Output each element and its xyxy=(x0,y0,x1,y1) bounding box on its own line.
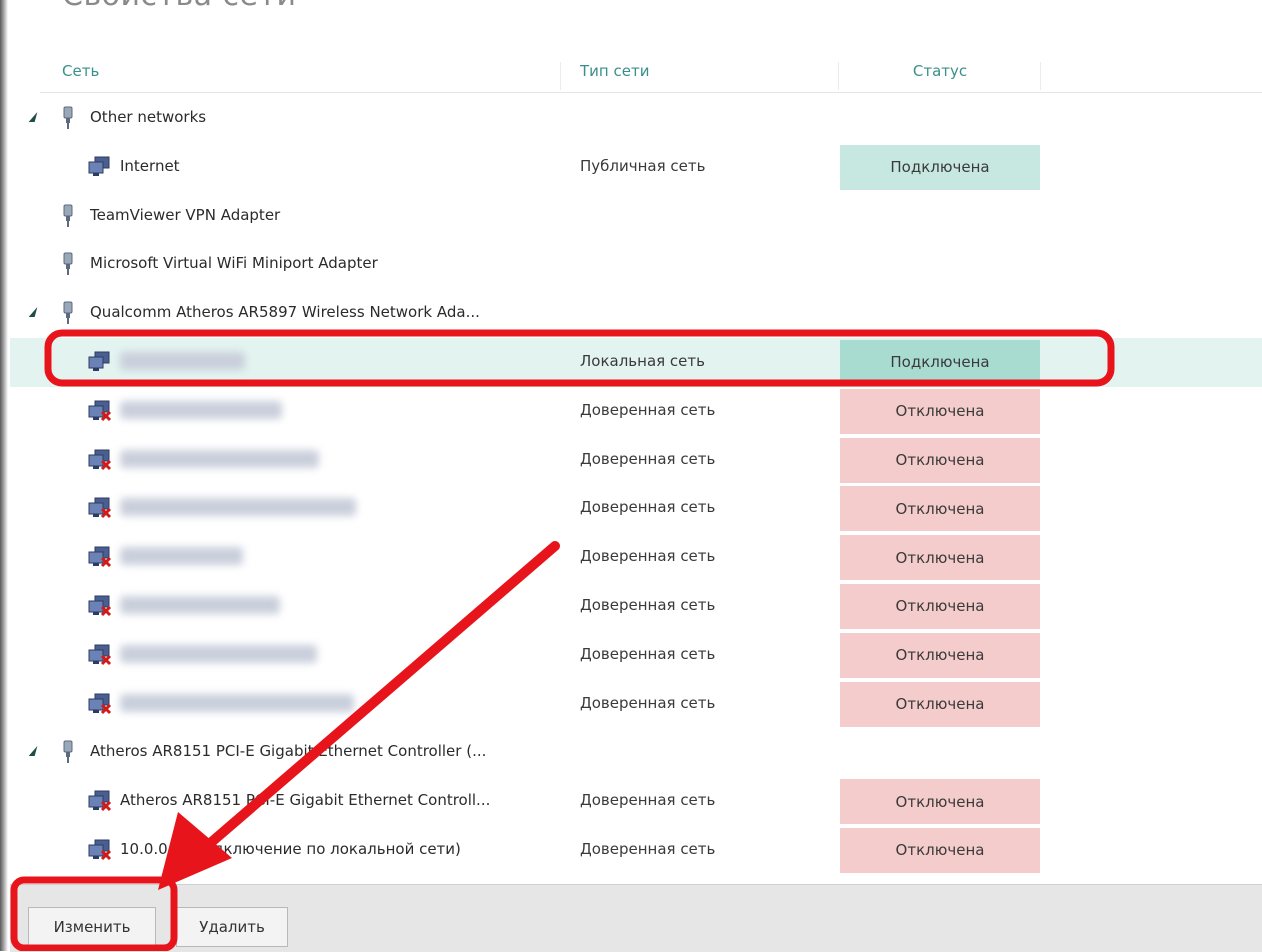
redacted-network-name xyxy=(120,693,354,712)
network-row[interactable]: Доверенная сеть Отключена xyxy=(10,533,1262,582)
network-disconnected-icon xyxy=(88,497,112,519)
redacted-network-name xyxy=(120,595,280,614)
column-header-type[interactable]: Тип сети xyxy=(580,62,649,80)
column-header-status[interactable]: Статус xyxy=(840,62,1040,80)
adapter-row[interactable]: Atheros AR8151 PCI-E Gigabit Ethernet Co… xyxy=(10,728,1262,777)
adapter-row[interactable]: Other networks xyxy=(10,94,1262,143)
network-row[interactable]: Доверенная сеть Отключена xyxy=(10,484,1262,533)
status-badge: Отключена xyxy=(840,827,1040,873)
status-badge: Отключена xyxy=(840,632,1040,678)
network-disconnected-icon xyxy=(88,546,112,568)
column-divider[interactable] xyxy=(1040,62,1041,90)
redacted-network-name xyxy=(120,449,319,468)
network-disconnected-icon xyxy=(88,595,112,617)
status-badge: Отключена xyxy=(840,583,1040,629)
network-disconnected-icon xyxy=(88,449,112,471)
adapter-label: TeamViewer VPN Adapter xyxy=(90,205,281,224)
network-row[interactable]: Доверенная сеть Отключена xyxy=(10,387,1262,436)
network-row[interactable]: Локальная сеть Подключена xyxy=(10,337,1262,387)
network-disconnected-icon xyxy=(88,839,112,861)
network-type: Доверенная сеть xyxy=(580,400,716,419)
redacted-network-name xyxy=(120,400,282,419)
adapter-label: Qualcomm Atheros AR5897 Wireless Network… xyxy=(90,303,480,322)
network-row[interactable]: Доверенная сеть Отключена xyxy=(10,582,1262,631)
network-row[interactable]: 10.0.0.2 (Подключение по локальной сети)… xyxy=(10,826,1262,875)
edit-button[interactable]: Изменить xyxy=(28,907,156,947)
network-row[interactable]: Доверенная сеть Отключена xyxy=(10,436,1262,485)
status-badge: Подключена xyxy=(840,144,1040,190)
header-divider xyxy=(40,92,1262,93)
network-type: Доверенная сеть xyxy=(580,644,716,663)
network-row[interactable]: Atheros AR8151 PCI-E Gigabit Ethernet Co… xyxy=(10,777,1262,826)
page-title: Свойства сети xyxy=(62,0,296,13)
status-badge: Отключена xyxy=(840,779,1040,825)
status-badge: Подключена xyxy=(840,339,1040,385)
adapter-row[interactable]: Microsoft Virtual WiFi Miniport Adapter xyxy=(10,240,1262,289)
network-type: Доверенная сеть xyxy=(580,547,716,566)
expand-triangle-icon[interactable] xyxy=(28,307,38,318)
column-header-network[interactable]: Сеть xyxy=(62,62,99,80)
network-adapter-icon xyxy=(62,106,74,130)
redacted-network-name xyxy=(120,644,317,663)
network-type: Локальная сеть xyxy=(580,351,705,370)
network-type: Доверенная сеть xyxy=(580,595,716,614)
network-connection-icon xyxy=(88,156,112,178)
network-adapter-icon xyxy=(62,740,74,764)
expand-triangle-icon[interactable] xyxy=(28,746,38,757)
network-adapter-icon xyxy=(62,204,74,228)
window-edge xyxy=(0,0,8,951)
network-adapter-icon xyxy=(62,301,74,325)
network-type: Публичная сеть xyxy=(580,156,706,175)
network-connection-icon xyxy=(88,351,112,373)
network-tree: Other networks Internet Публичная сеть Подк… xyxy=(10,94,1262,875)
delete-button[interactable]: Удалить xyxy=(176,907,288,947)
status-badge: Отключена xyxy=(840,437,1040,483)
network-adapter-icon xyxy=(62,252,74,276)
network-label: Internet xyxy=(120,156,180,175)
network-label: 10.0.0.2 (Подключение по локальной сети) xyxy=(120,839,461,858)
adapter-label: Microsoft Virtual WiFi Miniport Adapter xyxy=(90,254,378,273)
network-disconnected-icon xyxy=(88,790,112,812)
network-disconnected-icon xyxy=(88,400,112,422)
redacted-network-name xyxy=(120,547,243,566)
status-badge: Отключена xyxy=(840,535,1040,581)
adapter-row[interactable]: Qualcomm Atheros AR5897 Wireless Network… xyxy=(10,289,1262,338)
network-type: Доверенная сеть xyxy=(580,791,716,810)
network-row[interactable]: Доверенная сеть Отключена xyxy=(10,631,1262,680)
adapter-label: Other networks xyxy=(90,108,207,126)
expand-triangle-icon[interactable] xyxy=(28,112,38,122)
network-type: Доверенная сеть xyxy=(580,839,716,858)
redacted-network-name xyxy=(120,498,356,517)
network-type: Доверенная сеть xyxy=(580,498,716,517)
network-disconnected-icon xyxy=(88,644,112,666)
network-row[interactable]: Internet Публичная сеть Подключена xyxy=(10,143,1262,192)
footer-toolbar: Изменить Удалить xyxy=(10,884,1262,952)
network-type: Доверенная сеть xyxy=(580,449,716,468)
network-row[interactable]: Доверенная сеть Отключена xyxy=(10,680,1262,729)
redacted-network-name xyxy=(120,351,245,370)
network-type: Доверенная сеть xyxy=(580,693,716,712)
status-badge: Отключена xyxy=(840,388,1040,434)
column-divider[interactable] xyxy=(560,62,561,90)
column-divider[interactable] xyxy=(838,62,839,90)
network-disconnected-icon xyxy=(88,693,112,715)
adapter-row[interactable]: TeamViewer VPN Adapter xyxy=(10,192,1262,241)
status-badge: Отключена xyxy=(840,486,1040,532)
network-label: Atheros AR8151 PCI-E Gigabit Ethernet Co… xyxy=(120,791,491,810)
adapter-label: Atheros AR8151 PCI-E Gigabit Ethernet Co… xyxy=(90,742,487,761)
status-badge: Отключена xyxy=(840,681,1040,727)
